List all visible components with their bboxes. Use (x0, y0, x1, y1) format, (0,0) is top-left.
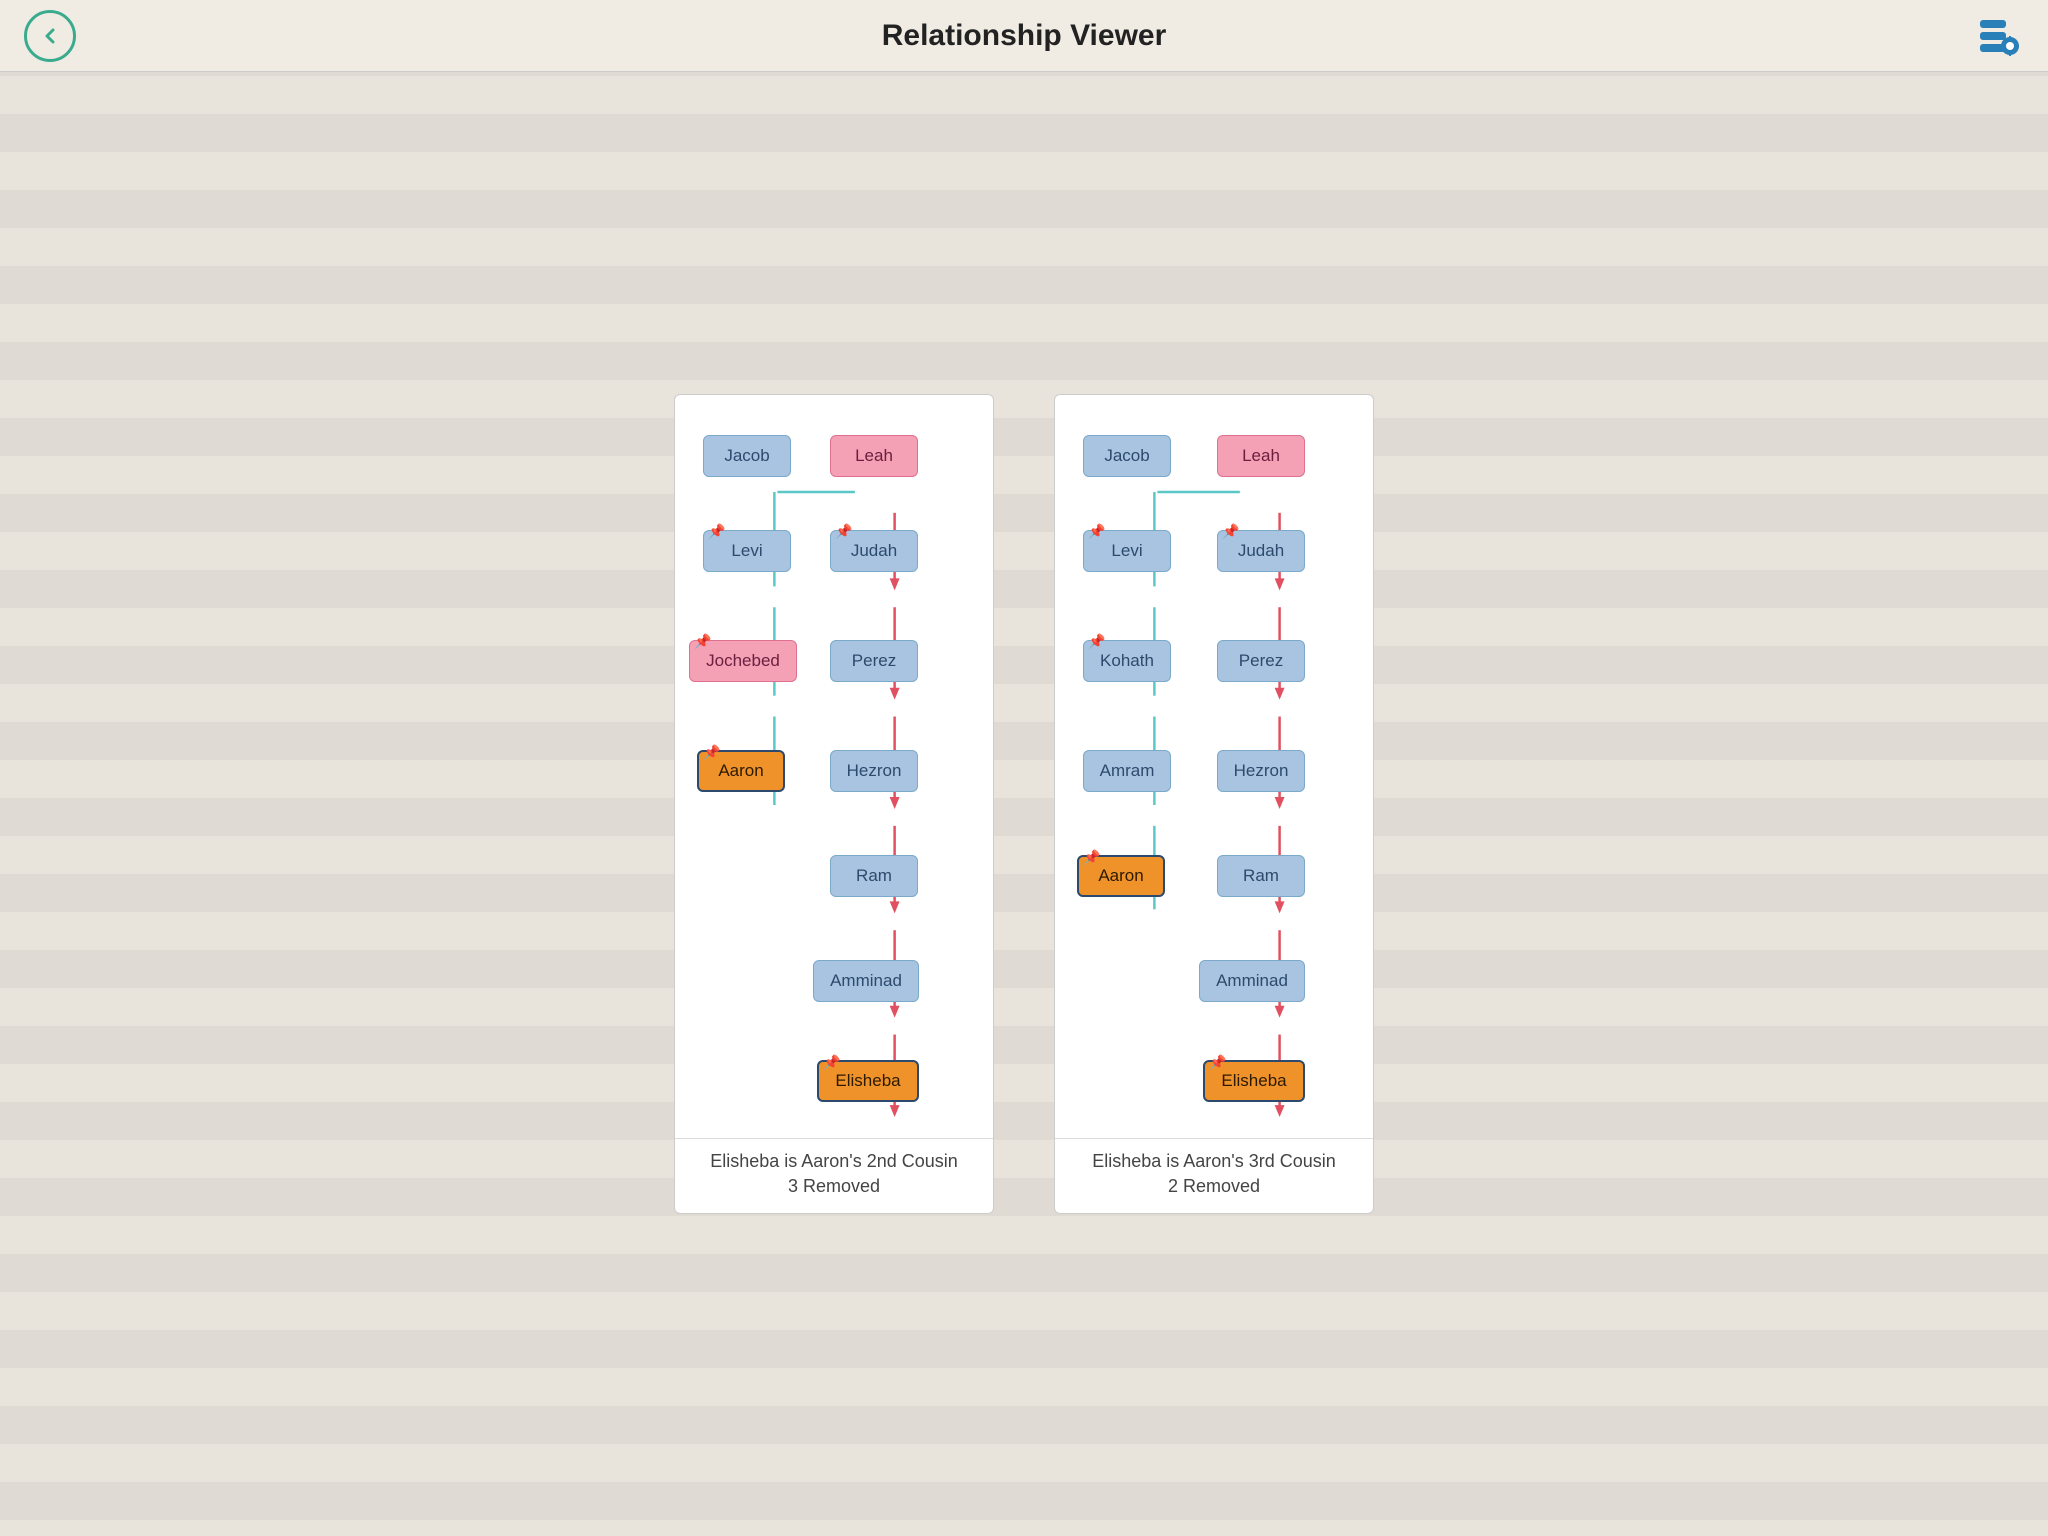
node-hezron-1[interactable]: Hezron (830, 750, 918, 792)
node-judah-1[interactable]: 📌Judah (830, 530, 918, 572)
node-amram-2[interactable]: Amram (1083, 750, 1171, 792)
node-aaron-2[interactable]: 📌Aaron (1077, 855, 1165, 897)
main-content: Jacob Leah 📌Levi 📌Judah 📌Jochebed Perez … (0, 72, 2048, 1536)
node-leah-2[interactable]: Leah (1217, 435, 1305, 477)
tree-panel-1: Jacob Leah 📌Levi 📌Judah 📌Jochebed Perez … (674, 394, 994, 1214)
node-ram-2[interactable]: Ram (1217, 855, 1305, 897)
node-jacob-1[interactable]: Jacob (703, 435, 791, 477)
node-amminad-2[interactable]: Amminad (1199, 960, 1305, 1002)
page-title: Relationship Viewer (882, 19, 1167, 53)
panel2-description: Elisheba is Aaron's 3rd Cousin 2 Removed (1055, 1138, 1373, 1213)
node-elisheba-1[interactable]: 📌Elisheba (817, 1060, 919, 1102)
node-perez-1[interactable]: Perez (830, 640, 918, 682)
header: Relationship Viewer (0, 0, 2048, 72)
node-hezron-2[interactable]: Hezron (1217, 750, 1305, 792)
node-jacob-2[interactable]: Jacob (1083, 435, 1171, 477)
node-ram-1[interactable]: Ram (830, 855, 918, 897)
node-aaron-1[interactable]: 📌Aaron (697, 750, 785, 792)
back-button[interactable] (24, 10, 76, 62)
node-levi-1[interactable]: 📌Levi (703, 530, 791, 572)
settings-button[interactable] (1972, 10, 2024, 62)
panel1-description: Elisheba is Aaron's 2nd Cousin 3 Removed (675, 1138, 993, 1213)
node-amminad-1[interactable]: Amminad (813, 960, 919, 1002)
tree-panel-2: Jacob Leah 📌Levi 📌Judah 📌Kohath Perez Am… (1054, 394, 1374, 1214)
node-kohath-2[interactable]: 📌Kohath (1083, 640, 1171, 682)
node-jochebed-1[interactable]: 📌Jochebed (689, 640, 797, 682)
node-levi-2[interactable]: 📌Levi (1083, 530, 1171, 572)
node-elisheba-2[interactable]: 📌Elisheba (1203, 1060, 1305, 1102)
node-leah-1[interactable]: Leah (830, 435, 918, 477)
node-perez-2[interactable]: Perez (1217, 640, 1305, 682)
node-judah-2[interactable]: 📌Judah (1217, 530, 1305, 572)
